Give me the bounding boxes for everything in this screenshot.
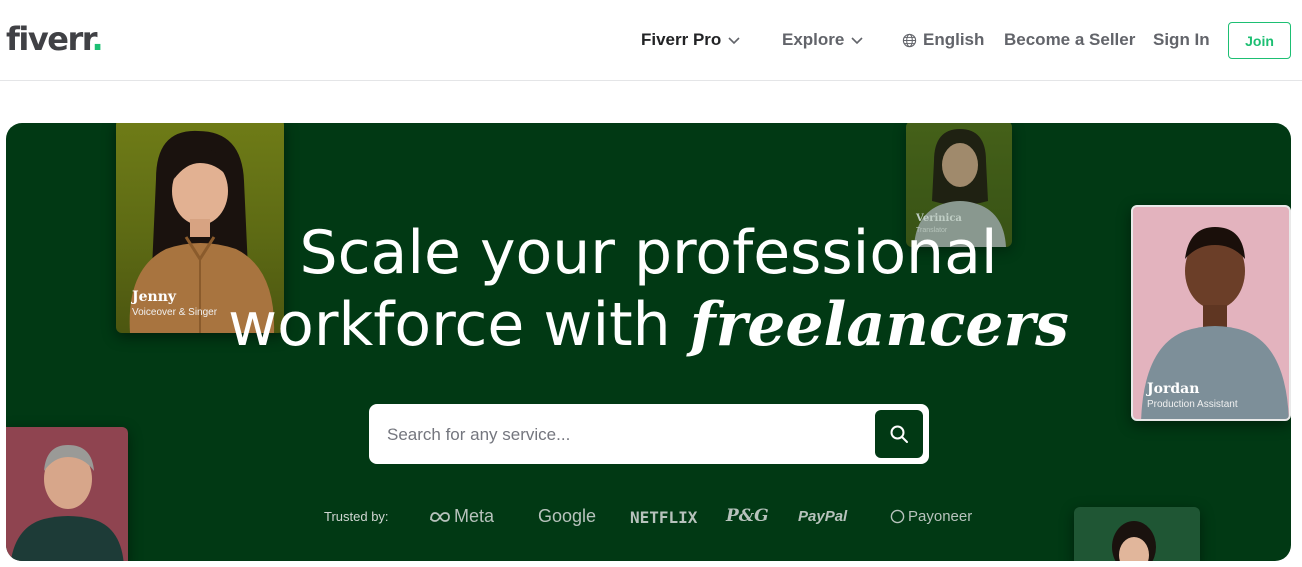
brand-google-logo: Google <box>538 506 596 527</box>
nav-become-seller-label: Become a Seller <box>1004 30 1136 49</box>
jordan-role: Production Assistant <box>1147 399 1238 410</box>
brand-paypal-text: PayPal <box>798 508 848 525</box>
join-button[interactable]: Join <box>1228 22 1291 59</box>
nav-explore-dropdown[interactable]: Explore <box>782 30 864 50</box>
hero-banner: Jenny Voiceover & Singer Verinica Transl… <box>6 123 1291 561</box>
logo-dot: . <box>91 20 103 58</box>
nav-sign-in-link[interactable]: Sign In <box>1153 30 1210 50</box>
brand-pg-text: P&G <box>726 506 769 526</box>
woman-portrait-image <box>1112 521 1156 561</box>
hero-headline-line2: workforce with freelancers <box>6 289 1291 361</box>
freelancer-card-woman <box>1074 507 1200 561</box>
nav-language-label: English <box>923 30 985 49</box>
brand-netflix-logo: NETFLIX <box>630 508 697 527</box>
nav-explore-label: Explore <box>782 30 845 49</box>
nav-become-seller-link[interactable]: Become a Seller <box>1004 30 1135 50</box>
brand-meta-text: Meta <box>454 506 495 526</box>
nav-fiverr-pro-dropdown[interactable]: Fiverr Pro <box>641 30 741 50</box>
hero-headline-line1: Scale your professional <box>299 218 998 288</box>
search-icon <box>890 425 908 443</box>
fiverr-logo[interactable]: fiverr. <box>6 20 104 58</box>
payoneer-circle-icon <box>890 509 905 524</box>
nav-sign-in-label: Sign In <box>1153 30 1210 49</box>
brand-pg-logo: P&G <box>726 506 769 526</box>
globe-icon <box>902 33 917 47</box>
nav-language[interactable]: English <box>902 30 984 50</box>
top-navbar: fiverr. Fiverr Pro Explore English Becom… <box>0 0 1302 81</box>
brand-payoneer-text: Payoneer <box>908 508 973 525</box>
chevron-down-icon <box>728 37 740 45</box>
nav-fiverr-pro-label: Fiverr Pro <box>641 30 722 49</box>
search-button[interactable] <box>875 410 923 458</box>
join-button-label: Join <box>1245 32 1274 49</box>
brand-google-text: Google <box>538 506 597 526</box>
chevron-down-icon <box>851 37 863 45</box>
hero-search-bar <box>369 404 929 464</box>
hero-headline-plain: workforce with <box>228 290 690 360</box>
hero-headline-italic: freelancers <box>689 290 1069 360</box>
brand-meta-logo: Meta <box>429 506 494 527</box>
jordan-name: Jordan <box>1147 381 1200 397</box>
logo-text: fiverr <box>6 20 93 58</box>
search-input[interactable] <box>385 418 869 452</box>
freelancer-card-man <box>6 427 128 561</box>
meta-infinity-icon <box>430 511 450 522</box>
brand-paypal-logo: PayPal <box>798 508 847 525</box>
man-portrait-image <box>10 445 124 561</box>
trusted-by-label: Trusted by: <box>324 509 389 524</box>
brand-payoneer-logo: Payoneer <box>890 508 972 525</box>
brand-netflix-text: NETFLIX <box>630 508 698 527</box>
